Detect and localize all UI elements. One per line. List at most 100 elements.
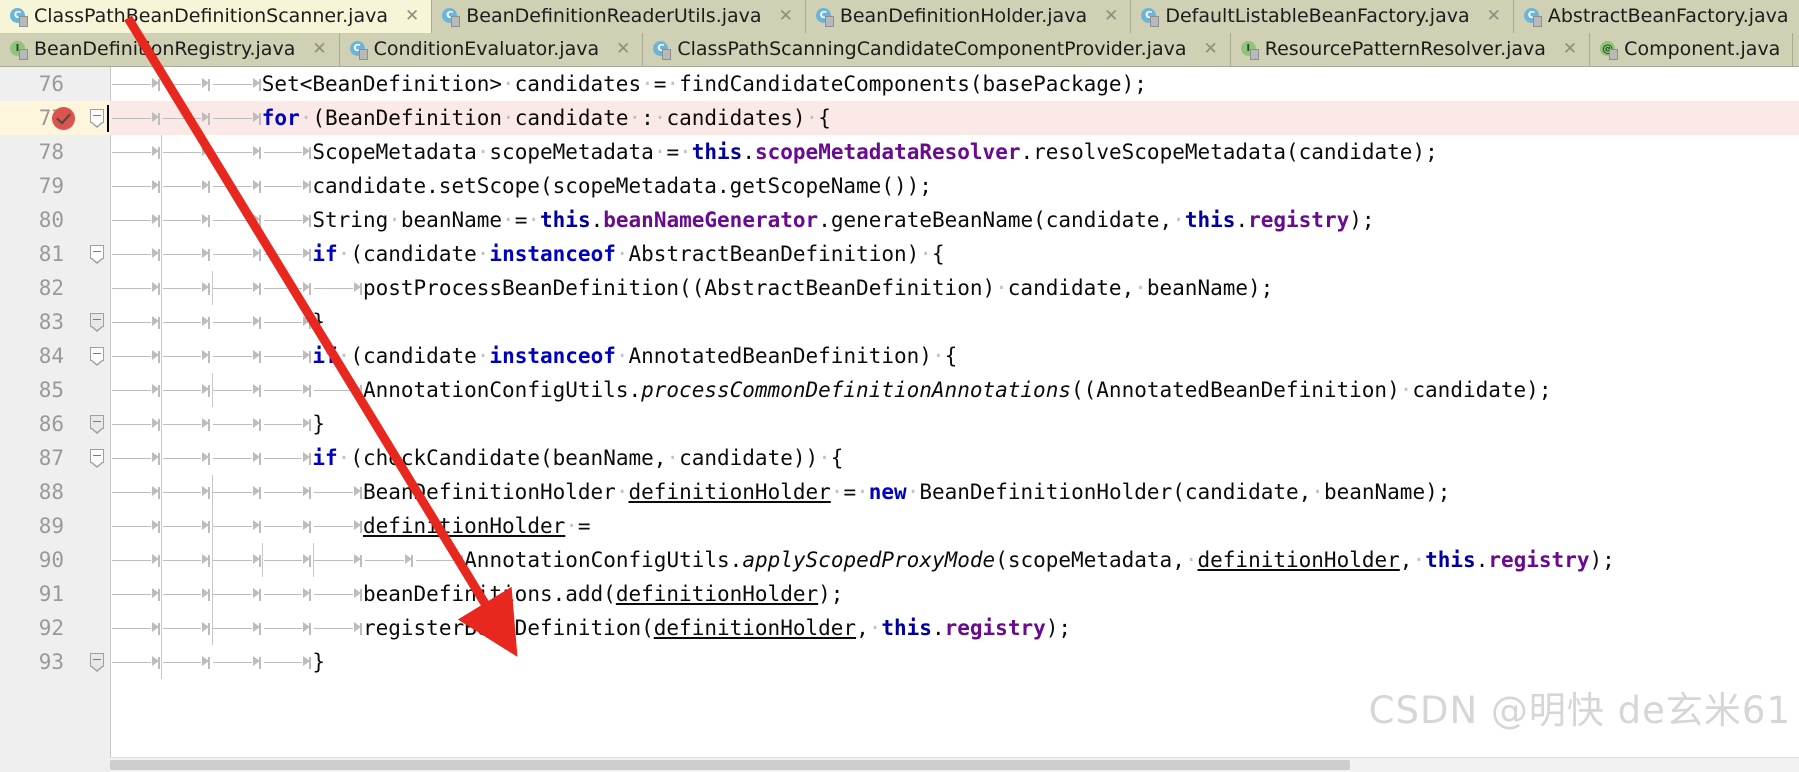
code-line-row[interactable]: 88 BeanDefinitionHolder·definitionHolder·… <box>0 475 1799 509</box>
code-line-text[interactable]: candidate.setScope(scopeMetadata.getScop… <box>110 169 1799 203</box>
code-line-row[interactable]: 87 if·(checkCandidate(beanName,·candidate… <box>0 441 1799 475</box>
code-line-text[interactable]: Set<BeanDefinition>·candidates·=·findCan… <box>110 67 1799 101</box>
tab-whitespace-marker <box>110 340 161 374</box>
code-line-text[interactable]: definitionHolder·= <box>110 509 1799 543</box>
tab-whitespace-marker <box>211 68 262 102</box>
editor-tab[interactable]: I BeanDefinitionRegistry.java ✕ <box>0 33 340 66</box>
tab-whitespace-marker <box>110 476 161 510</box>
code-line-text[interactable]: registerBeanDefinition(definitionHolder,… <box>110 611 1799 645</box>
line-number: 89 <box>38 514 64 538</box>
close-icon[interactable]: ✕ <box>779 8 793 25</box>
code-line-text[interactable]: } <box>110 645 1799 679</box>
code-fold-toggle[interactable] <box>90 313 105 332</box>
code-line-row[interactable]: 86} <box>0 407 1799 441</box>
tab-whitespace-marker <box>110 306 161 340</box>
editor-tab[interactable]: C ClassPathScanningCandidateComponentProv… <box>643 33 1231 66</box>
code-line-text[interactable]: if·(checkCandidate(beanName,·candidate))… <box>110 441 1799 475</box>
close-icon[interactable]: ✕ <box>312 41 326 58</box>
code-fold-toggle[interactable] <box>90 245 105 264</box>
code-line-row[interactable]: 92 registerBeanDefinition(definitionHolde… <box>0 611 1799 645</box>
tab-whitespace-marker <box>161 510 212 544</box>
code-fold-toggle[interactable] <box>90 449 105 468</box>
code-line-row[interactable]: 85 AnnotationConfigUtils.processCommonDef… <box>0 373 1799 407</box>
code-line-text[interactable]: } <box>110 305 1799 339</box>
code-line-row[interactable]: 79 candidate.setScope(scopeMetadata.getSc… <box>0 169 1799 203</box>
tab-whitespace-marker <box>262 578 313 612</box>
code-line-text[interactable]: beanDefinitions.add(definitionHolder); <box>110 577 1799 611</box>
editor-tab[interactable]: C BeanDefinitionReaderUtils.java ✕ <box>432 0 806 33</box>
editor-tab[interactable]: I ResourcePatternResolver.java ✕ <box>1230 33 1591 66</box>
editor-tab[interactable]: @ Component.java <box>1590 33 1794 66</box>
tab-whitespace-marker <box>211 204 262 238</box>
code-tokens: } <box>312 412 326 436</box>
tab-whitespace-marker <box>161 340 212 374</box>
code-line-row[interactable]: 89 definitionHolder·= <box>0 509 1799 543</box>
close-icon[interactable]: ✕ <box>405 8 419 25</box>
tab-whitespace-marker <box>262 136 313 170</box>
java-class-icon: C <box>10 8 28 27</box>
code-line-row[interactable]: 84 if·(candidate·instanceof·AnnotatedBean… <box>0 339 1799 373</box>
tab-whitespace-marker <box>161 68 212 102</box>
code-line-text[interactable]: } <box>110 407 1799 441</box>
code-fold-toggle[interactable] <box>90 109 105 128</box>
code-line-row[interactable]: 93} <box>0 645 1799 679</box>
code-tokens: if·(candidate·instanceof·AbstractBeanDef… <box>312 242 945 266</box>
code-fold-toggle[interactable] <box>90 347 105 366</box>
tab-whitespace-marker <box>262 612 313 646</box>
tab-whitespace-marker <box>312 476 363 510</box>
close-icon[interactable]: ✕ <box>616 41 630 58</box>
editor-tab[interactable]: C ClassPathBeanDefinitionScanner.java ✕ <box>0 0 433 33</box>
code-line-row[interactable]: 91 beanDefinitions.add(definitionHolder); <box>0 577 1799 611</box>
code-tokens: definitionHolder·= <box>362 514 591 538</box>
line-number: 88 <box>38 480 64 504</box>
tab-whitespace-marker <box>262 408 313 442</box>
code-line-row[interactable]: 78 ScopeMetadata·scopeMetadata·=·this.sco… <box>0 135 1799 169</box>
editor-tab[interactable]: C ConditionEvaluator.java ✕ <box>339 33 644 66</box>
tab-whitespace-marker <box>262 238 313 272</box>
code-line-row[interactable]: 81 if·(candidate·instanceof·AbstractBeanD… <box>0 237 1799 271</box>
horizontal-scrollbar-thumb[interactable] <box>110 760 1350 770</box>
code-line-row[interactable]: 83} <box>0 305 1799 339</box>
code-line-row[interactable]: 80 String·beanName·=·this.beanNameGenerat… <box>0 203 1799 237</box>
horizontal-scrollbar[interactable] <box>110 757 1799 772</box>
tab-whitespace-marker <box>312 612 363 646</box>
code-line-text[interactable]: for·(BeanDefinition·candidate·:·candidat… <box>110 101 1799 135</box>
editor-tab[interactable]: C BeanDefinitionHolder.java ✕ <box>805 0 1132 33</box>
code-line-text[interactable]: if·(candidate·instanceof·AnnotatedBeanDe… <box>110 339 1799 373</box>
code-editor[interactable]: 76 Set<BeanDefinition>·candidates·=·findC… <box>0 67 1799 772</box>
editor-tab-bar: C ClassPathBeanDefinitionScanner.java ✕ C Be… <box>0 0 1799 67</box>
tab-whitespace-marker <box>110 272 161 306</box>
code-line-text[interactable]: String·beanName·=·this.beanNameGenerator… <box>110 203 1799 237</box>
code-line-text[interactable]: BeanDefinitionHolder·definitionHolder·=·… <box>110 475 1799 509</box>
run-check-icon[interactable] <box>52 101 86 135</box>
tab-whitespace-marker <box>262 170 313 204</box>
code-line-text[interactable]: if·(candidate·instanceof·AbstractBeanDef… <box>110 237 1799 271</box>
code-line-row[interactable]: 77for·(BeanDefinition·candidate·:·candid… <box>0 101 1799 135</box>
java-class-icon: C <box>349 41 368 60</box>
code-fold-toggle[interactable] <box>90 415 105 434</box>
close-icon[interactable]: ✕ <box>1563 41 1577 58</box>
tab-whitespace-marker <box>211 442 262 476</box>
editor-tab[interactable]: C DefaultListableBeanFactory.java ✕ <box>1131 0 1514 33</box>
tab-whitespace-marker <box>312 578 363 612</box>
close-icon[interactable]: ✕ <box>1487 8 1501 25</box>
tab-whitespace-marker <box>110 442 161 476</box>
code-line-text[interactable]: postProcessBeanDefinition((AbstractBeanD… <box>110 271 1799 305</box>
tab-whitespace-marker <box>262 306 313 340</box>
tab-whitespace-marker <box>161 476 212 510</box>
code-line-text[interactable]: ScopeMetadata·scopeMetadata·=·this.scope… <box>110 135 1799 169</box>
editor-tab[interactable]: C AbstractBeanFactory.java <box>1513 0 1799 33</box>
code-line-row[interactable]: 90 AnnotationConfigUtils.applyScopedProxy… <box>0 543 1799 577</box>
code-line-row[interactable]: 76 Set<BeanDefinition>·candidates·=·findC… <box>0 67 1799 101</box>
tab-whitespace-marker <box>110 578 161 612</box>
code-tokens: beanDefinitions.add(definitionHolder); <box>362 582 844 606</box>
line-number: 78 <box>38 140 64 164</box>
close-icon[interactable]: ✕ <box>1104 8 1118 25</box>
close-icon[interactable]: ✕ <box>1203 41 1217 58</box>
tab-whitespace-marker <box>161 442 212 476</box>
code-line-text[interactable]: AnnotationConfigUtils.applyScopedProxyMo… <box>110 543 1799 577</box>
code-line-row[interactable]: 82 postProcessBeanDefinition((AbstractBea… <box>0 271 1799 305</box>
code-line-text[interactable]: AnnotationConfigUtils.processCommonDefin… <box>110 373 1799 407</box>
tab-whitespace-marker <box>110 374 161 408</box>
code-fold-toggle[interactable] <box>90 653 105 672</box>
